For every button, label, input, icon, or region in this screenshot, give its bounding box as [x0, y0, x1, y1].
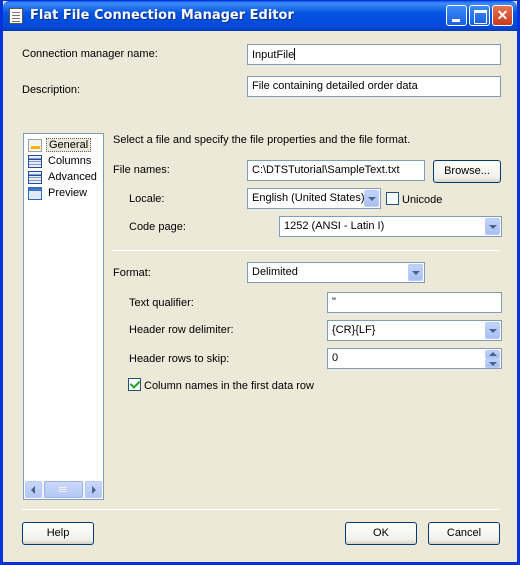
cancel-button[interactable]: Cancel	[428, 522, 500, 545]
description-value: File containing detailed order data	[252, 80, 418, 92]
nav-item-label: Columns	[48, 155, 92, 167]
file-names-value: C:\DTSTutorial\SampleText.txt	[252, 164, 400, 176]
scroll-right-button[interactable]	[85, 481, 102, 498]
file-names-input[interactable]: C:\DTSTutorial\SampleText.txt	[247, 160, 425, 181]
text-caret	[294, 48, 296, 60]
column-names-checkbox[interactable]	[128, 378, 141, 391]
nav-item-label: Advanced	[48, 171, 97, 183]
code-page-select[interactable]: 1252 (ANSI - Latin I)	[279, 216, 502, 237]
general-icon	[28, 139, 42, 152]
minimize-button[interactable]	[446, 5, 467, 26]
code-page-label: Code page:	[129, 221, 186, 233]
locale-value: English (United States)	[252, 192, 365, 204]
intro-text: Select a file and specify the file prope…	[113, 134, 411, 146]
connection-name-input[interactable]: InputFile	[247, 44, 501, 65]
page-list: General Columns Advanced Preview	[23, 133, 104, 500]
format-select[interactable]: Delimited	[247, 262, 425, 283]
title-bar[interactable]: Flat File Connection Manager Editor ✕	[3, 1, 517, 31]
column-names-label: Column names in the first data row	[144, 380, 314, 392]
text-qualifier-input[interactable]: "	[327, 292, 502, 313]
scroll-left-button[interactable]	[25, 481, 42, 498]
connection-name-value: InputFile	[252, 49, 295, 61]
description-label: Description:	[22, 84, 81, 96]
window-title: Flat File Connection Manager Editor	[30, 8, 294, 23]
nav-item-label: General	[46, 138, 92, 152]
maximize-button[interactable]	[469, 5, 490, 26]
code-page-value: 1252 (ANSI - Latin I)	[284, 220, 385, 232]
connection-name-label: Connection manager name:	[22, 48, 158, 60]
text-qualifier-value: "	[332, 296, 336, 308]
spin-down-icon[interactable]	[485, 359, 500, 368]
document-icon	[9, 8, 23, 24]
header-delimiter-select[interactable]: {CR}{LF}	[327, 320, 502, 341]
file-names-label: File names:	[113, 164, 170, 176]
section-divider	[112, 250, 501, 251]
grid-icon	[28, 155, 42, 168]
header-delimiter-value: {CR}{LF}	[332, 324, 376, 336]
text-qualifier-label: Text qualifier:	[129, 297, 194, 309]
unicode-checkbox[interactable]	[386, 192, 399, 205]
chevron-down-icon[interactable]	[485, 322, 500, 339]
help-button[interactable]: Help	[22, 522, 94, 545]
ok-button[interactable]: OK	[345, 522, 417, 545]
locale-select[interactable]: English (United States)	[247, 188, 381, 209]
horizontal-scrollbar[interactable]	[25, 481, 102, 498]
format-label: Format:	[113, 267, 151, 279]
header-skip-value: 0	[332, 352, 339, 364]
header-delimiter-label: Header row delimiter:	[129, 324, 234, 336]
chevron-down-icon[interactable]	[408, 264, 423, 281]
chevron-down-icon[interactable]	[364, 190, 379, 207]
chevron-down-icon[interactable]	[485, 218, 500, 235]
header-skip-stepper[interactable]: 0	[327, 348, 502, 369]
scroll-thumb[interactable]	[44, 481, 83, 498]
header-skip-label: Header rows to skip:	[129, 353, 230, 365]
preview-icon	[28, 187, 42, 200]
grid-icon	[28, 171, 42, 184]
close-button[interactable]: ✕	[492, 5, 513, 26]
browse-button[interactable]: Browse...	[433, 160, 501, 183]
spin-up-icon[interactable]	[485, 350, 500, 359]
description-input[interactable]: File containing detailed order data	[247, 76, 501, 97]
dialog-window: Flat File Connection Manager Editor ✕ Co…	[0, 0, 520, 565]
locale-label: Locale:	[129, 193, 165, 205]
unicode-label: Unicode	[402, 194, 443, 206]
nav-item-label: Preview	[48, 187, 88, 199]
format-value: Delimited	[252, 266, 298, 278]
footer-divider	[22, 509, 501, 510]
